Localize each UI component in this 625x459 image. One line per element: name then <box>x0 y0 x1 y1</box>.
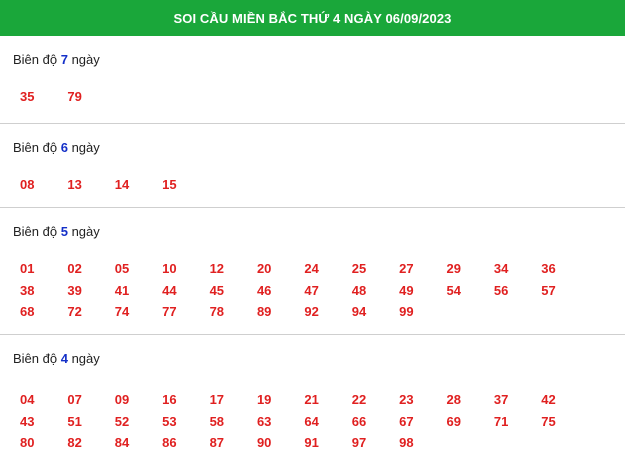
lottery-number: 24 <box>304 261 319 276</box>
lottery-number: 78 <box>209 304 225 319</box>
lottery-number: 56 <box>493 282 509 298</box>
lottery-number: 39 <box>67 282 82 298</box>
lottery-number: 16 <box>162 392 177 407</box>
section-range-6: Biên độ 6 ngày 08 13 14 15 <box>0 124 625 208</box>
lottery-number: 64 <box>304 413 319 429</box>
lottery-number: 21 <box>304 392 319 407</box>
header-title: SOI CẦU MIỀN BẮC THỨ 4 NGÀY 06/09/2023 <box>173 10 452 26</box>
section-title: Biên độ 7 ngày <box>0 36 625 68</box>
section-range-4: Biên độ 4 ngày 04 07 09 16 17 19 21 22 23 28 37 42 4… <box>0 335 625 454</box>
lottery-number: 68 <box>20 304 35 319</box>
lottery-number: 38 <box>20 282 35 298</box>
lottery-number: 94 <box>351 304 367 319</box>
section-title: Biên độ 4 ngày <box>0 335 625 367</box>
lottery-number: 20 <box>256 261 272 276</box>
lottery-number: 53 <box>162 413 177 429</box>
lottery-number: 17 <box>209 392 225 407</box>
lottery-number: 58 <box>209 413 225 429</box>
lottery-number: 23 <box>399 392 414 407</box>
lottery-number: 22 <box>351 392 367 407</box>
lottery-number: 72 <box>67 304 82 319</box>
number-grid: 04 07 09 16 17 19 21 22 23 28 37 42 43 51 52 53 58 63 64 66… <box>0 389 625 454</box>
lottery-number: 63 <box>256 413 272 429</box>
lottery-number: 27 <box>399 261 414 276</box>
lottery-number: 47 <box>304 282 319 298</box>
section-days: 4 <box>60 351 68 366</box>
lottery-number: 14 <box>114 177 130 192</box>
section-days: 5 <box>60 224 68 239</box>
lottery-number: 37 <box>493 392 509 407</box>
lottery-number: 36 <box>541 261 556 276</box>
lottery-number: 49 <box>399 282 414 298</box>
lottery-number: 46 <box>256 282 272 298</box>
lottery-number: 51 <box>67 413 82 429</box>
lottery-number: 34 <box>493 261 509 276</box>
lottery-number: 09 <box>114 392 130 407</box>
lottery-number: 80 <box>20 435 35 450</box>
section-prefix: Biên độ <box>13 351 58 366</box>
section-range-5: Biên độ 5 ngày 01 02 05 10 12 20 24 25 27 29 34 36 3… <box>0 208 625 335</box>
section-suffix: ngày <box>71 351 100 366</box>
section-suffix: ngày <box>71 224 100 239</box>
lottery-number: 07 <box>67 392 82 407</box>
lottery-number: 57 <box>541 282 556 298</box>
lottery-number: 74 <box>114 304 130 319</box>
lottery-number: 25 <box>351 261 367 276</box>
lottery-number: 87 <box>209 435 225 450</box>
lottery-number: 75 <box>541 413 556 429</box>
section-days: 7 <box>60 52 68 67</box>
section-range-7: Biên độ 7 ngày 35 79 <box>0 36 625 124</box>
number-grid: 01 02 05 10 12 20 24 25 27 29 34 36 38 39 41 44 45 46 47 48… <box>0 258 625 323</box>
lottery-number: 13 <box>67 177 82 192</box>
lottery-number: 97 <box>351 435 367 450</box>
lottery-number: 71 <box>493 413 509 429</box>
lottery-number: 98 <box>399 435 414 450</box>
lottery-number: 99 <box>399 304 414 319</box>
lottery-number: 82 <box>67 435 82 450</box>
lottery-number: 44 <box>162 282 177 298</box>
lottery-number: 43 <box>20 413 35 429</box>
lottery-number: 02 <box>67 261 82 276</box>
lottery-number: 89 <box>256 304 272 319</box>
lottery-number: 66 <box>351 413 367 429</box>
lottery-number: 28 <box>446 392 461 407</box>
lottery-number: 35 <box>20 89 35 104</box>
section-title: Biên độ 6 ngày <box>0 124 625 156</box>
lottery-number: 19 <box>256 392 272 407</box>
lottery-number: 67 <box>399 413 414 429</box>
lottery-number: 10 <box>162 261 177 276</box>
section-suffix: ngày <box>71 140 100 155</box>
lottery-number: 45 <box>209 282 225 298</box>
section-prefix: Biên độ <box>13 140 58 155</box>
lottery-number: 84 <box>114 435 130 450</box>
lottery-number: 08 <box>20 177 35 192</box>
lottery-number: 41 <box>114 282 130 298</box>
lottery-number: 90 <box>256 435 272 450</box>
lottery-number: 15 <box>162 177 177 192</box>
lottery-number: 12 <box>209 261 225 276</box>
lottery-number: 79 <box>67 89 82 104</box>
lottery-number: 05 <box>114 261 130 276</box>
lottery-number: 92 <box>304 304 319 319</box>
section-days: 6 <box>60 140 68 155</box>
lottery-number: 77 <box>162 304 177 319</box>
lottery-number: 48 <box>351 282 367 298</box>
lottery-number: 04 <box>20 392 35 407</box>
section-prefix: Biên độ <box>13 224 58 239</box>
lottery-number: 29 <box>446 261 461 276</box>
number-grid: 08 13 14 15 <box>0 174 625 196</box>
page-header: SOI CẦU MIỀN BẮC THỨ 4 NGÀY 06/09/2023 <box>0 0 625 36</box>
lottery-number: 01 <box>20 261 35 276</box>
section-title: Biên độ 5 ngày <box>0 208 625 240</box>
lottery-number: 86 <box>162 435 177 450</box>
lottery-number: 52 <box>114 413 130 429</box>
lottery-number: 69 <box>446 413 461 429</box>
lottery-number: 91 <box>304 435 319 450</box>
section-suffix: ngày <box>71 52 100 67</box>
lottery-number: 42 <box>541 392 556 407</box>
section-prefix: Biên độ <box>13 52 58 67</box>
lottery-number: 54 <box>446 282 461 298</box>
number-grid: 35 79 <box>0 86 625 108</box>
